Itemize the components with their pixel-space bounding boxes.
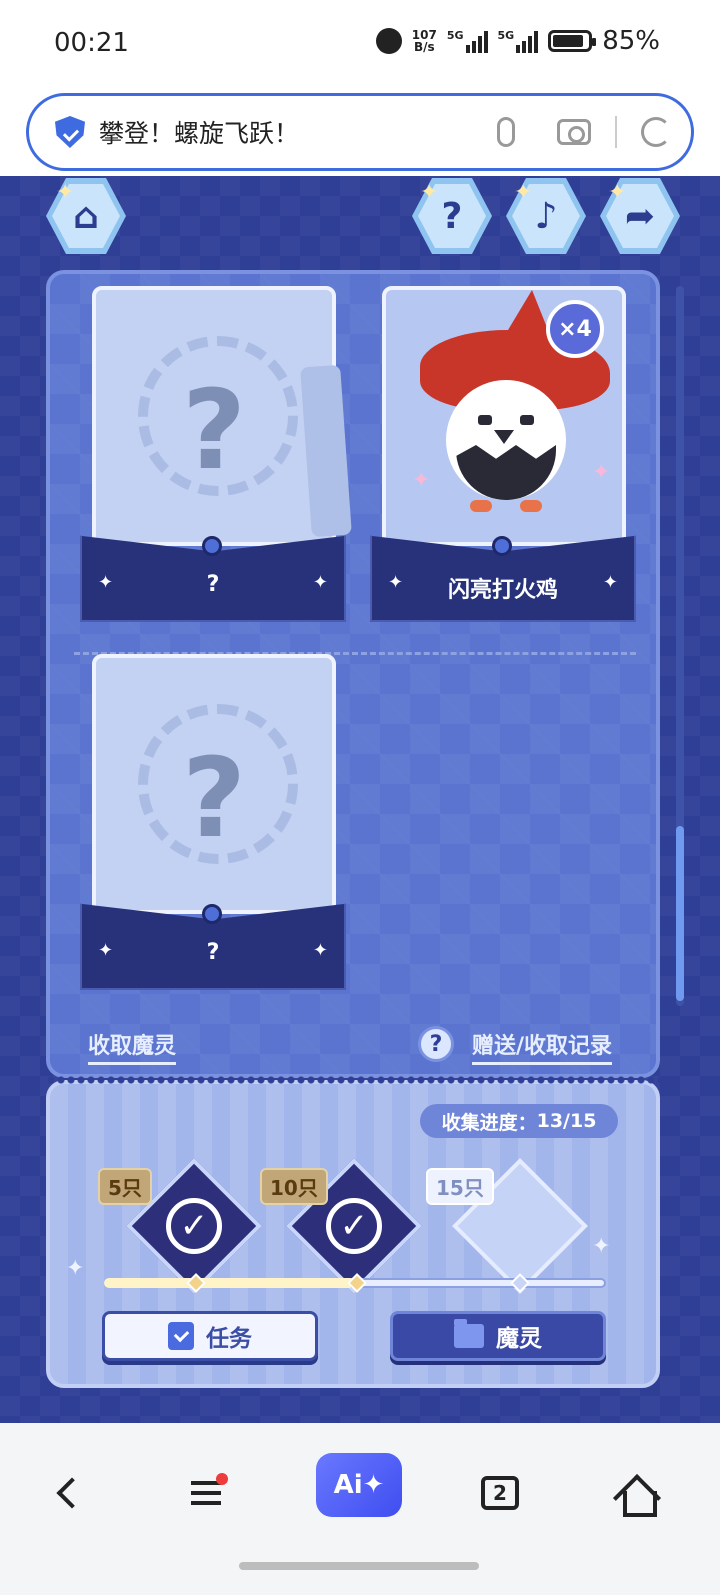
game-area: ⌂ ✦ ? ✦ ♪ ✦ ➦ ✦ ? ✦ ? ✦ ✦ ✦ ×4 ✦ 闪亮打火鸡 ✦… [0,176,720,1423]
perforated-edge [46,1074,660,1086]
card-unknown[interactable]: ? ✦ ? ✦ [80,654,346,990]
card-name: ? [206,572,220,597]
status-time: 00:21 [54,28,129,58]
notification-dot [216,1473,228,1485]
search-bar[interactable]: 攀登！螺旋飞跃！ [26,93,694,171]
sim1-label: 5G [446,29,464,42]
page-title[interactable]: 攀登！螺旋飞跃！ [99,114,497,150]
music-note-icon: ♪ [534,195,558,237]
milestone-tag: 15只 [426,1168,494,1205]
collect-spirit-link[interactable]: 收取魔灵 [88,1028,177,1065]
card-name: 闪亮打火鸡 [447,578,558,603]
sparkle-icon: ✦ [312,940,328,961]
sparkle-icon: ✦ [312,572,328,593]
card-pin [202,904,222,924]
sparkle-decoration: ✦ [514,180,533,205]
sparkle-icon: ✦ [602,572,618,593]
net-speed-unit: B/s [413,40,435,54]
spirit-button-label: 魔灵 [496,1326,542,1352]
sparkle-decoration: ✦ [66,1256,85,1281]
chicken-foot [520,500,542,512]
sparkle-icon: ✦ [592,460,611,485]
sparkle-decoration: ✦ [420,180,439,205]
progress-fill [104,1278,355,1288]
signal-sim1-icon: 5G [447,29,488,53]
progress-value: 13/15 [536,1110,597,1132]
records-help-icon[interactable]: ? [418,1026,454,1062]
sparkle-decoration: ✦ [56,180,75,205]
card-count-badge: ×4 [546,300,604,358]
scrollbar-thumb[interactable] [676,826,684,1001]
back-button[interactable] [42,1463,102,1523]
sparkle-decoration: ✦ [608,180,627,205]
folder-add-icon [454,1319,484,1348]
security-shield-icon [55,116,85,148]
card-face: ? [92,286,336,546]
alarm-icon [375,28,402,54]
status-icons: 107 B/s 5G 5G 85% [375,26,660,56]
camera-icon[interactable] [557,119,591,145]
check-icon: ✓ [166,1198,222,1254]
task-checkbox-icon [168,1322,194,1350]
divider [615,116,617,148]
net-speed: 107 B/s [412,29,437,53]
chevron-left-icon [56,1477,88,1509]
spirit-button[interactable]: 魔灵 [390,1311,606,1361]
signal-sim2-icon: 5G [498,29,539,53]
share-arrow-icon: ➦ [624,195,656,237]
milestone-tag: 5只 [98,1168,152,1205]
reload-icon[interactable] [641,117,671,147]
question-mark-icon: ? [182,734,246,862]
tab-count: 2 [481,1476,519,1510]
question-mark-icon: ? [182,366,246,494]
menu-icon [191,1481,221,1505]
battery-percent: 85% [602,26,660,56]
progress-label: 收集进度： [441,1111,537,1134]
gesture-home-bar[interactable] [239,1562,479,1570]
menu-button[interactable] [176,1463,236,1523]
card-name: ? [206,940,220,965]
chicken-eye [478,415,492,425]
card-pin [202,536,222,556]
task-button[interactable]: 任务 [102,1311,318,1361]
microphone-icon[interactable] [497,117,515,147]
chicken-foot [470,500,492,512]
status-bar: 00:21 107 B/s 5G 5G 85% [0,0,720,88]
battery-icon [548,30,597,52]
sparkle-decoration: ✦ [592,1234,611,1259]
home-nav-button[interactable] [606,1463,666,1523]
task-button-label: 任务 [206,1326,252,1352]
question-icon: ? [441,195,463,237]
chicken-eye [520,415,534,425]
ai-assistant-button[interactable]: Ai✦ [316,1453,402,1517]
card-pin [492,536,512,556]
collection-progress: 收集进度： 13/15 [420,1104,618,1138]
tabs-button[interactable]: 2 [470,1463,530,1523]
sparkle-icon: ✦ [412,468,431,493]
card-collected[interactable]: ✦ ✦ ×4 ✦ 闪亮打火鸡 ✦ [370,286,636,622]
milestone-tag: 10只 [260,1168,328,1205]
card-face: ? [92,654,336,914]
home-icon: ⌂ [73,195,99,237]
sim2-label: 5G [497,29,515,42]
home-icon [616,1473,657,1517]
check-icon: ✓ [326,1198,382,1254]
gift-records-link[interactable]: 赠送/收取记录 [472,1028,613,1065]
